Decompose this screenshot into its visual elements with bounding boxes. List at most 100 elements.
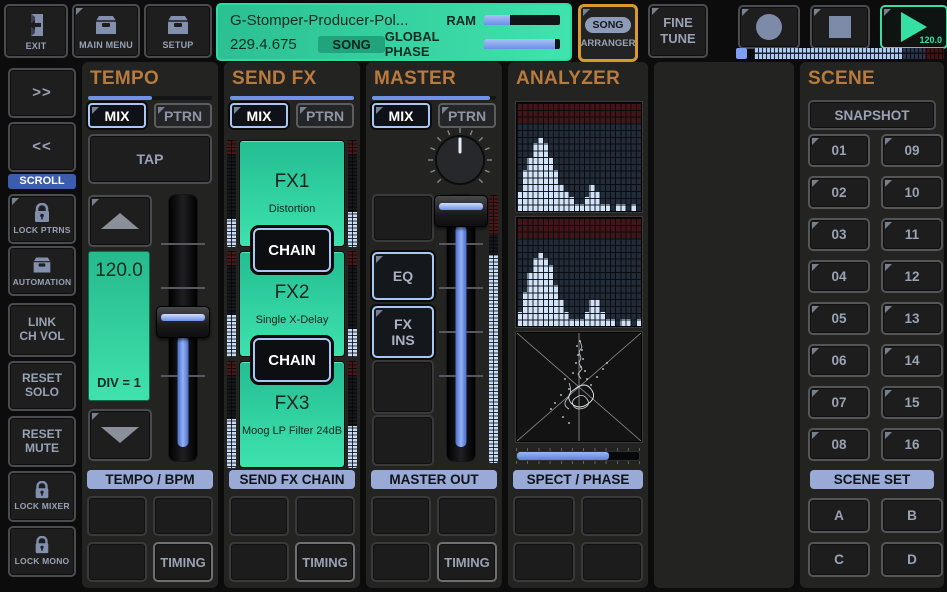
- eq-button[interactable]: EQ: [372, 252, 434, 300]
- fader-handle[interactable]: [156, 306, 210, 338]
- automation-button[interactable]: AUTOMATION: [8, 246, 76, 296]
- scene-slot-button[interactable]: 13: [881, 302, 943, 335]
- send-fx-bottom-label: SEND FX CHAIN: [229, 470, 355, 489]
- fx-meter-left: [227, 251, 236, 358]
- fader-fill: [178, 336, 189, 447]
- pattern-cell[interactable]: [371, 542, 431, 582]
- tempo-up-button[interactable]: [88, 195, 152, 247]
- pattern-cell[interactable]: [229, 542, 289, 582]
- main-menu-button[interactable]: MAIN MENU: [72, 4, 140, 58]
- scene-set-button[interactable]: A: [808, 498, 870, 533]
- scene-slot-button[interactable]: 01: [808, 134, 870, 167]
- lock-ptrns-button[interactable]: LOCK PTRNS: [8, 194, 76, 244]
- tap-label: TAP: [137, 151, 164, 167]
- lock-mixer-button[interactable]: LOCK MIXER: [8, 471, 76, 522]
- tempo-panel: TEMPO MIX PTRN TAP 120.0 DIV = 1 TEMPO /…: [82, 62, 218, 588]
- scene-slot-button[interactable]: 14: [881, 344, 943, 377]
- song-position-bar: [736, 48, 944, 59]
- position-segments: [754, 48, 944, 59]
- chain-button[interactable]: CHAIN: [253, 338, 331, 382]
- scroll-forward-label: >>: [32, 84, 52, 101]
- scene-slot-grid: 01 02 03 04 05 06 07 08 09 10 11 12 13 14 15 16: [808, 134, 943, 461]
- lock-mono-label: LOCK MONO: [15, 557, 70, 567]
- tempo-header: TEMPO: [90, 68, 159, 90]
- master-fader[interactable]: [434, 195, 488, 461]
- scene-slot-button[interactable]: 16: [881, 428, 943, 461]
- tempo-tab-ptrn[interactable]: PTRN: [154, 103, 212, 128]
- project-title: G-Stomper-Producer-Pol...: [230, 12, 446, 29]
- scene-slot-button[interactable]: 04: [808, 260, 870, 293]
- scene-slot-button[interactable]: 07: [808, 386, 870, 419]
- master-knob[interactable]: [420, 124, 500, 194]
- main-menu-icon: [92, 13, 120, 37]
- fx-chain-stack: FX1DistortionFX2Single X-DelayFX3Moog LP…: [227, 140, 357, 468]
- song-pill: SONG: [585, 17, 632, 33]
- pattern-cell[interactable]: [513, 542, 575, 582]
- snapshot-button[interactable]: SNAPSHOT: [808, 100, 936, 130]
- scene-set-button[interactable]: B: [881, 498, 943, 533]
- up-arrow-icon: [101, 213, 139, 229]
- pattern-cell[interactable]: [229, 496, 289, 536]
- master-empty-cell[interactable]: [372, 194, 434, 242]
- scene-slot-button[interactable]: 06: [808, 344, 870, 377]
- pattern-cell[interactable]: [581, 496, 643, 536]
- analyzer-slider[interactable]: [516, 448, 640, 464]
- send-fx-header: SEND FX: [232, 68, 316, 90]
- setup-button[interactable]: SETUP: [144, 4, 212, 58]
- pattern-cell[interactable]: [513, 496, 575, 536]
- fine-tune-button[interactable]: FINE TUNE: [648, 4, 708, 58]
- scene-slot-button[interactable]: 09: [881, 134, 943, 167]
- spectrum-display-left: [516, 102, 642, 212]
- link-ch-vol-button[interactable]: LINK CH VOL: [8, 303, 76, 357]
- scene-slot-button[interactable]: 11: [881, 218, 943, 251]
- tap-button[interactable]: TAP: [88, 134, 212, 184]
- master-empty-cell[interactable]: [372, 415, 434, 466]
- reset-mute-button[interactable]: RESET MUTE: [8, 416, 76, 467]
- tempo-div-readout: DIV = 1: [97, 375, 141, 390]
- stop-button[interactable]: [810, 5, 870, 49]
- timing-button[interactable]: TIMING: [437, 542, 497, 582]
- pattern-cell[interactable]: [87, 542, 147, 582]
- scene-slot-button[interactable]: 02: [808, 176, 870, 209]
- pattern-cell[interactable]: [295, 496, 355, 536]
- automation-label: AUTOMATION: [13, 278, 72, 288]
- pattern-cell[interactable]: [153, 496, 213, 536]
- send-fx-tab-ptrn[interactable]: PTRN: [296, 103, 354, 128]
- send-fx-tab-mix[interactable]: MIX: [230, 103, 288, 128]
- scene-slot-button[interactable]: 08: [808, 428, 870, 461]
- tempo-down-button[interactable]: [88, 409, 152, 461]
- chain-button[interactable]: CHAIN: [253, 228, 331, 272]
- lock-mono-button[interactable]: LOCK MONO: [8, 526, 76, 577]
- tempo-fader[interactable]: [156, 195, 210, 461]
- scene-slot-button[interactable]: 03: [808, 218, 870, 251]
- pattern-cell[interactable]: [437, 496, 497, 536]
- fader-handle[interactable]: [434, 195, 488, 227]
- timing-button[interactable]: TIMING: [295, 542, 355, 582]
- scene-slot-button[interactable]: 12: [881, 260, 943, 293]
- fx-slot-name: FX2: [275, 282, 310, 304]
- timing-button[interactable]: TIMING: [153, 542, 213, 582]
- pattern-cell[interactable]: [371, 496, 431, 536]
- song-arranger-button[interactable]: SONG ARRANGER: [578, 4, 638, 62]
- exit-label: EXIT: [26, 41, 47, 51]
- exit-button[interactable]: EXIT: [4, 4, 68, 58]
- reset-solo-button[interactable]: RESET SOLO: [8, 361, 76, 411]
- scene-set-button[interactable]: C: [808, 542, 870, 577]
- pattern-cell[interactable]: [581, 542, 643, 582]
- scene-set-button[interactable]: D: [881, 542, 943, 577]
- scroll-back-button[interactable]: <<: [8, 122, 76, 172]
- record-button[interactable]: [738, 5, 800, 49]
- fx-ins-button[interactable]: FX INS: [372, 306, 434, 358]
- play-button[interactable]: 120.0: [880, 5, 947, 49]
- empty-channel-panel: [654, 62, 794, 588]
- pattern-cell[interactable]: [87, 496, 147, 536]
- scene-slot-button[interactable]: 15: [881, 386, 943, 419]
- scroll-forward-button[interactable]: >>: [8, 68, 76, 118]
- master-empty-cell[interactable]: [372, 360, 434, 414]
- fx-slot-name: FX1: [275, 171, 310, 193]
- scene-set-label: SCENE SET: [810, 470, 934, 489]
- scene-slot-button[interactable]: 05: [808, 302, 870, 335]
- tempo-tab-mix[interactable]: MIX: [88, 103, 146, 128]
- slider-ticks: [516, 461, 640, 464]
- scene-slot-button[interactable]: 10: [881, 176, 943, 209]
